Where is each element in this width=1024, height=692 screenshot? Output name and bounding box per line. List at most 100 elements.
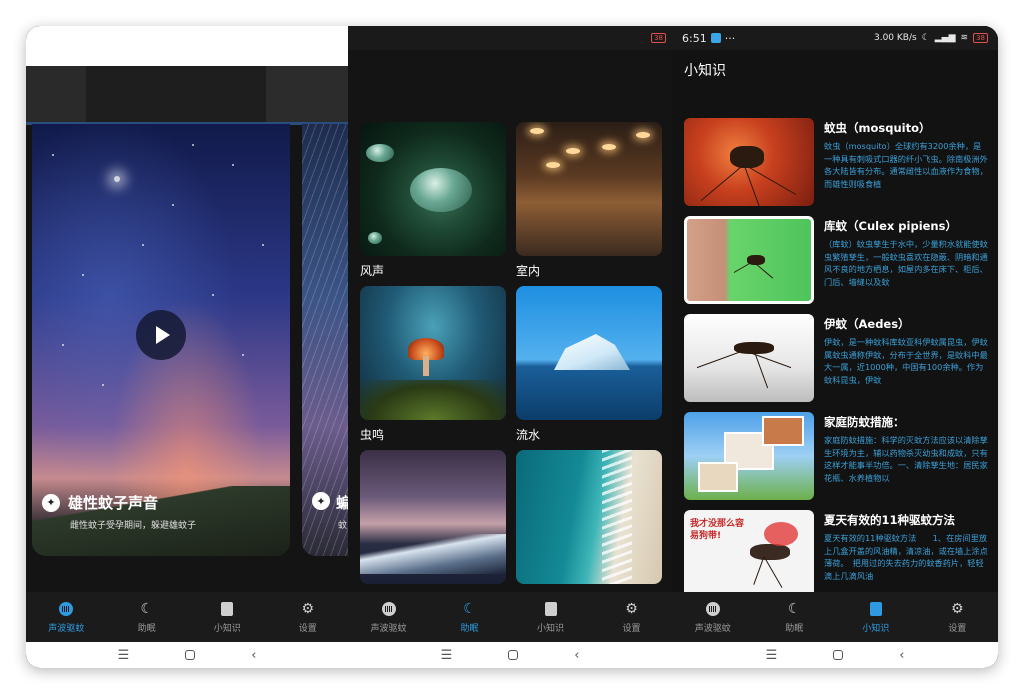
sound-card-male-mosquito[interactable]: ✦ 雄性蚊子声音 雌性蚊子受孕期间，躲避雄蚊子	[32, 124, 290, 556]
sound-wave-icon	[705, 601, 721, 617]
tile-wind[interactable]	[360, 122, 506, 256]
status-more: ···	[724, 31, 736, 45]
nav-label: 助眠	[460, 623, 479, 634]
aedes-photo	[684, 314, 814, 402]
nav-item-tips[interactable]: 小知识	[187, 601, 268, 634]
tile-label: 流水	[516, 428, 541, 442]
tip-title: 伊蚊（Aedes）	[824, 317, 910, 331]
tip-card-home-prevention[interactable]: 家庭防蚊措施： 家庭防蚊措施：科学的灭蚊方法应该以清除孳生环境为主，辅以药物杀灭…	[684, 412, 988, 500]
moon-icon: ☾	[140, 600, 154, 617]
blurred-strip	[26, 66, 348, 124]
wifi-icon: ≋	[960, 33, 969, 43]
sound-wave-icon	[381, 601, 397, 617]
tip-card-culex[interactable]: 库蚊（Culex pipiens） （库蚊）蚊虫孳生于水中，少量积水就能使蚊虫繁…	[684, 216, 988, 304]
top-white-band	[26, 26, 348, 66]
panel-sound-repel: ✦ 雄性蚊子声音 雌性蚊子受孕期间，躲避雄蚊子 ✦ 蝙 蚊 声波驱蚊 ☾ 助眠 …	[26, 26, 348, 668]
bottom-nav: 声波驱蚊 ☾ 助眠 小知识 ⚙ 设置	[26, 592, 348, 642]
sound-wave-icon	[58, 601, 74, 617]
battery-icon: 38	[651, 33, 666, 43]
nav-item-sound-repel[interactable]: 声波驱蚊	[348, 601, 429, 634]
home-icon[interactable]	[508, 650, 519, 660]
cartoon-mosquito-image: 我才没那么容易狗带!	[684, 510, 814, 598]
page-title: 小知识	[684, 63, 726, 79]
status-time: 6:51	[682, 31, 707, 45]
back-icon[interactable]: ‹	[251, 648, 256, 663]
sound-card-next-peek[interactable]: ✦ 蝙 蚊	[302, 124, 348, 556]
nav-item-sleep[interactable]: ☾ 助眠	[107, 601, 188, 634]
book-icon	[219, 601, 235, 617]
gear-icon: ⚙	[301, 600, 315, 617]
tip-title: 家庭防蚊措施：	[824, 415, 905, 429]
system-nav-bar: ☰ ‹	[672, 642, 998, 668]
menu-icon[interactable]: ☰	[766, 648, 778, 663]
nav-item-settings[interactable]: ⚙ 设置	[268, 601, 349, 634]
gear-icon: ⚙	[950, 600, 964, 617]
tip-card-mosquito[interactable]: 蚊虫（mosquito） 蚊虫（mosquito）全球约有3200余种，是一种具…	[684, 118, 988, 206]
system-nav-bar: ☰ ‹	[348, 642, 672, 668]
tip-card-summer-repel[interactable]: 我才没那么容易狗带! 夏天有效的11种驱蚊方法 夏天有效的11种驱蚊方法 1、在…	[684, 510, 988, 598]
nav-item-sleep[interactable]: ☾ 助眠	[429, 601, 510, 634]
book-icon	[543, 601, 559, 617]
sound-card-subtitle: 雌性蚊子受孕期间，躲避雄蚊子	[70, 521, 197, 531]
nav-label: 设置	[948, 623, 967, 634]
nav-item-sound-repel[interactable]: 声波驱蚊	[26, 601, 107, 634]
tile-beach[interactable]	[516, 450, 662, 584]
bat-icon: ✦	[312, 492, 330, 510]
nav-label: 声波驱蚊	[694, 623, 731, 634]
home-prevention-photo	[684, 412, 814, 500]
nav-label: 小知识	[213, 623, 241, 634]
tip-body: 伊蚊，是一种蚊科库蚊亚科伊蚊属昆虫，伊蚊属蚊虫通称伊蚊，分布于全世界，是蚊科中最…	[824, 337, 988, 385]
home-icon[interactable]	[185, 650, 196, 660]
cartoon-caption: 我才没那么容易狗带!	[690, 519, 745, 541]
tip-body: 家庭防蚊措施：科学的灭蚊方法应该以清除孳生环境为主，辅以药物杀灭幼虫和成蚊，只有…	[824, 435, 988, 483]
moon-icon: ☾	[463, 600, 476, 617]
panel-sleep: 38 风声 室内 虫鸣 流水 声波驱蚊 ☾ 助眠 小知识 ⚙ 设置 ☰ ‹	[348, 26, 672, 668]
tile-storm[interactable]	[360, 450, 506, 584]
tile-insect[interactable]	[360, 286, 506, 420]
nav-label: 助眠	[785, 623, 804, 634]
screenshot-frame: ✦ 雄性蚊子声音 雌性蚊子受孕期间，躲避雄蚊子 ✦ 蝙 蚊 声波驱蚊 ☾ 助眠 …	[26, 26, 998, 668]
nav-item-settings[interactable]: ⚙ 设置	[591, 601, 672, 634]
nav-item-settings[interactable]: ⚙ 设置	[917, 601, 999, 634]
tip-body: 夏天有效的11种驱蚊方法 1、在房间里放上几盒开盖的风油精，清凉油，或在墙上涂点…	[824, 533, 988, 581]
peek-card-subtitle: 蚊	[338, 521, 348, 531]
network-speed: 3.00 KB/s	[873, 33, 917, 43]
nav-label: 声波驱蚊	[370, 623, 407, 634]
back-icon[interactable]: ‹	[899, 648, 904, 663]
tile-label: 虫鸣	[360, 428, 385, 442]
nav-item-sound-repel[interactable]: 声波驱蚊	[672, 601, 754, 634]
back-icon[interactable]: ‹	[574, 648, 579, 663]
peek-card-title: 蝙	[336, 494, 348, 512]
panel-tips: 6:51 ··· 3.00 KB/s ☾ ▂▄▆ ≋ 38 小知识 蚊虫（mos…	[672, 26, 998, 668]
gear-icon: ⚙	[625, 600, 638, 617]
bottom-nav: 声波驱蚊 ☾ 助眠 小知识 ⚙ 设置	[672, 592, 998, 642]
status-bar-dark	[348, 26, 672, 50]
nav-label: 小知识	[862, 623, 890, 634]
tip-title: 夏天有效的11种驱蚊方法	[824, 513, 956, 527]
mosquito-icon: ✦	[42, 493, 60, 512]
tile-water[interactable]	[516, 286, 662, 420]
nav-label: 设置	[298, 623, 317, 634]
bottom-nav: 声波驱蚊 ☾ 助眠 小知识 ⚙ 设置	[348, 592, 672, 642]
home-icon[interactable]	[833, 650, 844, 660]
nav-item-sleep[interactable]: ☾ 助眠	[754, 601, 836, 634]
signal-icon: ▂▄▆	[934, 33, 956, 43]
menu-icon[interactable]: ☰	[441, 648, 453, 663]
menu-icon[interactable]: ☰	[118, 648, 130, 663]
nav-item-tips[interactable]: 小知识	[510, 601, 591, 634]
nav-item-tips[interactable]: 小知识	[835, 601, 917, 634]
play-button[interactable]	[136, 310, 186, 360]
battery-icon: 38	[973, 33, 988, 43]
nav-label: 小知识	[536, 623, 564, 634]
culex-photo	[684, 216, 814, 304]
sound-card-title: 雄性蚊子声音	[68, 494, 159, 512]
tip-title: 蚊虫（mosquito）	[824, 121, 931, 135]
nav-label: 设置	[622, 623, 641, 634]
tile-indoor[interactable]	[516, 122, 662, 256]
moon-icon: ☾	[787, 600, 801, 617]
tip-card-aedes[interactable]: 伊蚊（Aedes） 伊蚊，是一种蚊科库蚊亚科伊蚊属昆虫，伊蚊属蚊虫通称伊蚊，分布…	[684, 314, 988, 402]
nav-label: 声波驱蚊	[48, 623, 85, 634]
tile-label: 风声	[360, 264, 385, 278]
mosquito-photo	[684, 118, 814, 206]
tile-label: 室内	[516, 264, 541, 278]
